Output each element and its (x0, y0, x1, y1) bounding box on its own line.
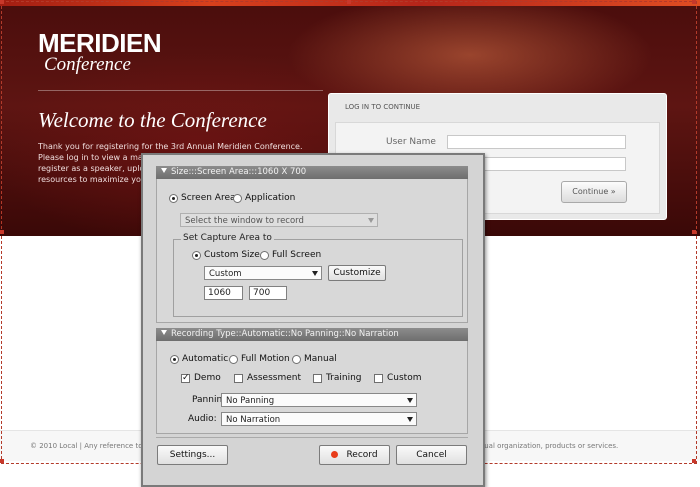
checkbox-assessment[interactable]: Assessment (234, 373, 301, 383)
radio-custom-size[interactable]: Custom Size (192, 250, 260, 260)
radio-unselected-icon (292, 354, 301, 364)
hero-divider (38, 90, 323, 91)
checkbox-empty-icon (234, 373, 243, 383)
dropdown-value: No Narration (226, 415, 281, 425)
username-input[interactable] (447, 135, 626, 149)
resize-handle[interactable] (347, 0, 351, 4)
radio-label: Application (245, 193, 296, 203)
checkbox-custom[interactable]: Custom (374, 373, 421, 383)
chevron-down-icon (407, 398, 413, 403)
checkbox-label: Custom (387, 373, 422, 383)
radio-unselected-icon (260, 250, 269, 260)
resize-handle[interactable] (692, 0, 696, 4)
welcome-heading: Welcome to the Conference (38, 108, 267, 132)
radio-full-motion[interactable]: Full Motion (229, 354, 290, 364)
audio-dropdown[interactable]: No Narration (221, 412, 417, 426)
height-input[interactable]: 700 (249, 286, 287, 300)
resize-handle[interactable] (692, 230, 696, 234)
radio-selected-icon (170, 354, 179, 364)
radio-manual[interactable]: Manual (292, 354, 337, 364)
username-label: User Name (386, 137, 436, 147)
checkbox-demo[interactable]: ✓ Demo (181, 373, 221, 383)
chevron-down-icon (312, 271, 318, 276)
recording-options-dialog: Size:::Screen Area:::1060 X 700 Screen A… (141, 153, 485, 487)
chevron-down-icon (407, 417, 413, 422)
cancel-button[interactable]: Cancel (396, 445, 467, 465)
dialog-divider (156, 437, 468, 438)
record-icon (331, 451, 339, 458)
recording-section-title: Recording Type::Automatic::No Panning::N… (171, 329, 399, 339)
dropdown-value: Custom (209, 269, 242, 279)
radio-selected-icon (192, 250, 201, 260)
footer-disclaimer: y actual organization, products or servi… (467, 442, 619, 450)
size-section-title: Size:::Screen Area:::1060 X 700 (171, 167, 307, 177)
size-section-header[interactable]: Size:::Screen Area:::1060 X 700 (156, 166, 468, 179)
dropdown-value: Select the window to record (185, 216, 304, 226)
settings-button[interactable]: Settings... (157, 445, 228, 465)
checkbox-training[interactable]: Training (313, 373, 362, 383)
collapse-triangle-icon (161, 168, 167, 173)
panning-dropdown[interactable]: No Panning (221, 393, 417, 407)
intro-line: Thank you for registering for the 3rd An… (38, 142, 303, 151)
record-button-label: Record (346, 450, 378, 460)
radio-label: Automatic (182, 354, 229, 364)
checkbox-empty-icon (374, 373, 383, 383)
checkbox-label: Demo (194, 373, 221, 383)
footer-copyright: © 2010 Local | Any reference to Loc (30, 442, 157, 450)
radio-label: Full Screen (272, 250, 322, 260)
resize-handle[interactable] (692, 459, 696, 463)
checkbox-label: Assessment (247, 373, 301, 383)
audio-label: Audio: (188, 414, 217, 424)
window-select-dropdown[interactable]: Select the window to record (180, 213, 378, 227)
collapse-triangle-icon (161, 330, 167, 335)
radio-selected-icon (169, 193, 178, 203)
radio-unselected-icon (229, 354, 238, 364)
continue-button[interactable]: Continue » (561, 181, 627, 203)
radio-label: Manual (304, 354, 337, 364)
radio-label: Full Motion (241, 354, 290, 364)
capture-area-legend: Set Capture Area to (181, 233, 274, 243)
checkmark-icon: ✓ (181, 372, 190, 383)
radio-label: Custom Size (204, 250, 260, 260)
resize-handle[interactable] (0, 0, 4, 4)
customize-button[interactable]: Customize (328, 265, 386, 281)
recording-section-header[interactable]: Recording Type::Automatic::No Panning::N… (156, 328, 468, 341)
resize-handle[interactable] (0, 230, 4, 234)
size-preset-dropdown[interactable]: Custom (204, 266, 322, 280)
resize-handle[interactable] (0, 459, 4, 463)
radio-label: Screen Area (181, 193, 236, 203)
radio-automatic[interactable]: Automatic (170, 354, 228, 364)
chevron-down-icon (368, 218, 374, 223)
radio-application[interactable]: Application (233, 193, 295, 203)
login-panel-title: LOG IN TO CONTINUE (345, 103, 421, 111)
radio-full-screen[interactable]: Full Screen (260, 250, 321, 260)
checkbox-empty-icon (313, 373, 322, 383)
logo-subtitle: Conference (44, 54, 131, 75)
radio-unselected-icon (233, 193, 242, 203)
radio-screen-area[interactable]: Screen Area (169, 193, 236, 203)
checkbox-label: Training (326, 373, 362, 383)
record-button[interactable]: Record (319, 445, 390, 465)
width-input[interactable]: 1060 (204, 286, 243, 300)
dropdown-value: No Panning (226, 396, 275, 406)
